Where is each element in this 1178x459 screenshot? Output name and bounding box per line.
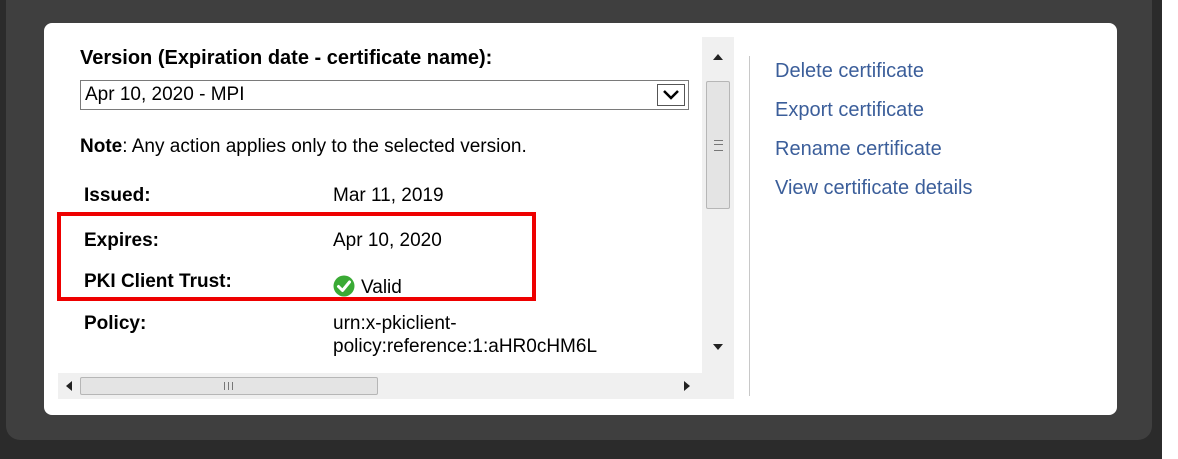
scroll-up-arrow-icon[interactable] <box>702 43 734 71</box>
scrollbar-corner <box>702 377 734 399</box>
vertical-scrollbar[interactable] <box>702 37 734 377</box>
note-label: Note <box>80 136 123 157</box>
highlight-box <box>57 212 536 301</box>
policy-value-line2: policy:reference:1:aHR0cHM6L <box>333 336 598 357</box>
scroll-grip-icon <box>714 140 723 151</box>
panel-divider <box>749 56 750 396</box>
version-note: Note: Any action applies only to the sel… <box>80 136 527 158</box>
scroll-down-arrow-icon[interactable] <box>702 333 734 361</box>
delete-certificate-link[interactable]: Delete certificate <box>775 58 973 97</box>
horizontal-scroll-thumb[interactable] <box>80 377 378 395</box>
view-certificate-details-link[interactable]: View certificate details <box>775 175 973 214</box>
version-label: Version (Expiration date - certificate n… <box>80 47 493 69</box>
version-selected-value: Apr 10, 2020 - MPI <box>85 84 245 105</box>
issued-label: Issued: <box>84 185 151 206</box>
scroll-grip-icon <box>224 382 233 390</box>
export-certificate-link[interactable]: Export certificate <box>775 97 973 136</box>
rename-certificate-link[interactable]: Rename certificate <box>775 136 973 175</box>
note-text: : Any action applies only to the selecte… <box>122 136 527 157</box>
background-strip <box>1162 0 1178 459</box>
policy-value-line1: urn:x-pkiclient- <box>333 313 457 334</box>
scroll-left-arrow-icon[interactable] <box>58 373 80 399</box>
vertical-scroll-thumb[interactable] <box>706 81 730 209</box>
issued-value: Mar 11, 2019 <box>333 185 444 206</box>
version-dropdown[interactable]: Apr 10, 2020 - MPI <box>80 80 689 110</box>
scroll-right-arrow-icon[interactable] <box>676 373 698 399</box>
policy-label: Policy: <box>84 313 147 334</box>
chevron-down-icon[interactable] <box>657 84 685 106</box>
certificate-actions: Delete certificate Export certificate Re… <box>775 58 973 214</box>
horizontal-scrollbar[interactable] <box>58 373 702 399</box>
